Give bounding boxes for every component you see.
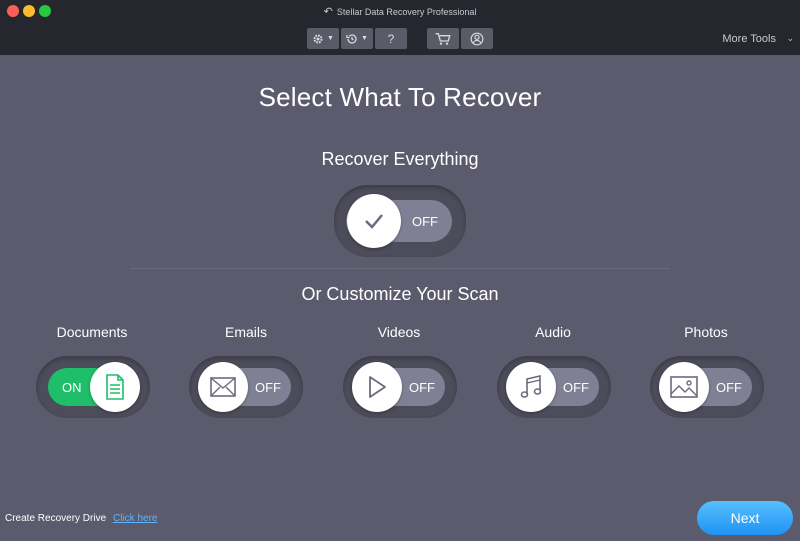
account-button[interactable] xyxy=(461,28,493,49)
envelope-icon xyxy=(210,377,236,397)
history-icon xyxy=(346,33,357,44)
emails-toggle[interactable]: OFF xyxy=(189,356,303,418)
toolbar: ▼ ▼ ? More Tools ⌄ xyxy=(0,22,800,55)
page-title: Select What To Recover xyxy=(258,82,542,112)
toggle-knob xyxy=(352,362,402,412)
toggle-state-label: OFF xyxy=(716,380,742,395)
toggle-state-label: OFF xyxy=(409,380,435,395)
toggle-knob xyxy=(90,362,140,412)
toggle-knob xyxy=(347,194,401,248)
toggle-knob xyxy=(198,362,248,412)
recover-everything-label: Recover Everything xyxy=(321,149,479,169)
document-icon xyxy=(106,374,124,400)
gear-icon xyxy=(313,34,323,43)
window-title: ↶ Stellar Data Recovery Professional xyxy=(0,5,800,18)
videos-toggle[interactable]: OFF xyxy=(343,356,457,418)
checkmark-icon xyxy=(365,214,383,229)
play-icon xyxy=(369,376,386,398)
toggle-state-label: OFF xyxy=(255,380,281,395)
toggle-state-label: OFF xyxy=(412,214,438,229)
category-label-documents: Documents xyxy=(56,324,128,340)
toggle-state-label: OFF xyxy=(563,380,589,395)
title-bar: ↶ Stellar Data Recovery Professional xyxy=(0,0,800,22)
image-icon xyxy=(670,376,698,398)
create-recovery-drive-text: Create Recovery Drive xyxy=(5,513,107,524)
category-label-emails: Emails xyxy=(224,324,267,340)
category-label-photos: Photos xyxy=(684,324,728,340)
toggle-state-label: ON xyxy=(62,380,82,395)
toggle-knob xyxy=(659,362,709,412)
photos-toggle[interactable]: OFF xyxy=(650,356,764,418)
audio-toggle[interactable]: OFF xyxy=(497,356,611,418)
chevron-down-icon: ▼ xyxy=(327,35,334,42)
section-divider xyxy=(130,268,670,269)
chevron-down-icon[interactable]: ⌄ xyxy=(786,33,794,44)
more-tools-menu[interactable]: More Tools xyxy=(722,33,776,45)
settings-button[interactable]: ▼ xyxy=(307,28,339,49)
back-arrow-icon: ↶ xyxy=(323,6,333,18)
toggle-knob xyxy=(506,362,556,412)
user-icon xyxy=(470,32,484,45)
next-button[interactable]: Next xyxy=(697,501,793,535)
recover-everything-toggle[interactable]: OFF xyxy=(334,185,466,257)
customize-scan-label: Or Customize Your Scan xyxy=(301,284,499,304)
help-button[interactable]: ? xyxy=(375,28,407,49)
category-label-audio: Audio xyxy=(535,324,571,340)
chevron-down-icon: ▼ xyxy=(361,35,368,42)
window-title-text: Stellar Data Recovery Professional xyxy=(336,7,477,17)
create-recovery-drive-link[interactable]: Click here xyxy=(113,513,157,524)
cart-icon xyxy=(435,32,451,45)
documents-toggle[interactable]: ON xyxy=(36,356,150,418)
question-mark-icon: ? xyxy=(387,31,395,46)
history-button[interactable]: ▼ xyxy=(341,28,373,49)
cart-button[interactable] xyxy=(427,28,459,49)
music-note-icon xyxy=(520,374,542,398)
category-label-videos: Videos xyxy=(377,324,421,340)
